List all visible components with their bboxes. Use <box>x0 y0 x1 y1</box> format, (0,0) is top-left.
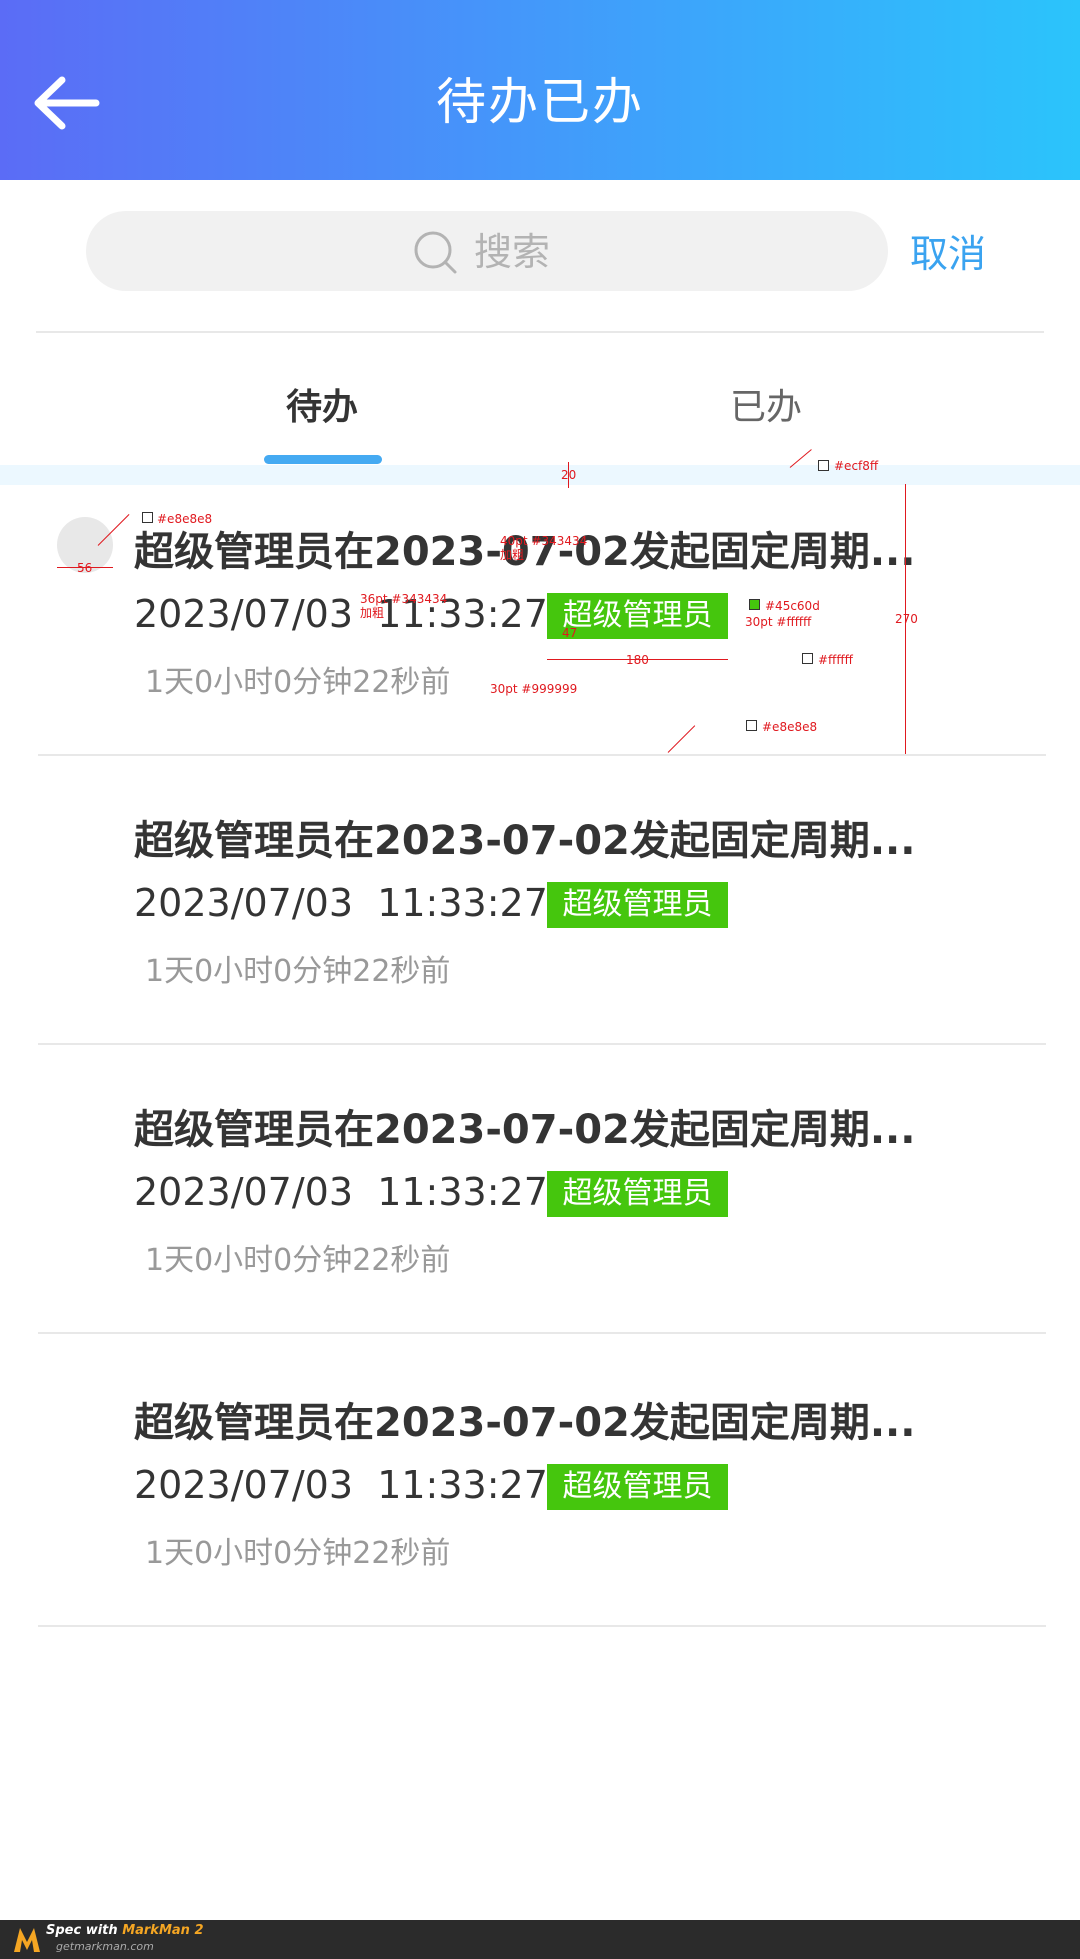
annotation-bg-color: #ffffff <box>818 653 853 667</box>
annotation-band-color: #ecf8ff <box>834 459 879 473</box>
page: 待办已办 搜索 取消 待办 已办 超级管理员在2023-07-02发起固定周期.… <box>0 0 1080 1959</box>
item-elapsed: 1天0小时0分钟22秒前 <box>145 1536 451 1571</box>
search-placeholder: 搜索 <box>474 230 551 274</box>
item-title: 超级管理员在2023-07-02发起固定周期... <box>134 1107 916 1153</box>
item-datetime: 2023/07/03 11:33:27 <box>134 1167 548 1217</box>
annotation-tag-color: #45c60d <box>765 599 820 613</box>
item-time: 11:33:27 <box>377 1170 548 1214</box>
annotation-item-height: 270 <box>895 612 918 626</box>
search-input[interactable]: 搜索 <box>86 211 888 291</box>
annotation-divider-color: #e8e8e8 <box>762 720 818 734</box>
item-datetime: 2023/07/03 11:33:27 <box>134 1460 548 1510</box>
annotation-tag-width: 180 <box>626 653 649 667</box>
annotation-avatar-color: #e8e8e8 <box>157 512 213 526</box>
search-icon <box>414 231 457 274</box>
markman-footer: Spec with MarkMan 2 getmarkman.com <box>0 1920 1080 1959</box>
initiator-tag: 超级管理员 <box>547 1171 728 1217</box>
tab-pending[interactable]: 待办 <box>222 380 422 436</box>
item-title: 超级管理员在2023-07-02发起固定周期... <box>134 1400 916 1446</box>
annotation-band-height: 20 <box>561 468 577 482</box>
item-time: 11:33:27 <box>377 881 548 925</box>
annotation-title-weight: 加粗 <box>500 548 525 562</box>
footer-brand: Spec with MarkMan 2 <box>46 1923 204 1938</box>
item-date: 2023/07/03 <box>134 592 354 636</box>
annotation-title-spec: 40pt #343434 <box>500 534 588 548</box>
item-elapsed: 1天0小时0分钟22秒前 <box>145 665 451 700</box>
list-item[interactable]: 超级管理员在2023-07-02发起固定周期... 2023/07/03 11:… <box>0 1045 1080 1334</box>
initiator-tag: 超级管理员 <box>547 1464 728 1510</box>
list-item[interactable]: 超级管理员在2023-07-02发起固定周期... 2023/07/03 11:… <box>0 467 1080 756</box>
item-elapsed: 1天0小时0分钟22秒前 <box>145 954 451 989</box>
page-title: 待办已办 <box>436 73 644 131</box>
item-date: 2023/07/03 <box>134 1170 354 1214</box>
app-header: 待办已办 <box>0 0 1080 180</box>
item-elapsed: 1天0小时0分钟22秒前 <box>145 1243 451 1278</box>
annotation-datetime-weight: 加粗 <box>360 606 385 620</box>
item-date: 2023/07/03 <box>134 881 354 925</box>
annotation-ago-spec: 30pt #999999 <box>490 682 578 696</box>
annotation-datetime-spec: 36pt #343434 <box>360 592 448 606</box>
annotation-avatar-size: 56 <box>77 561 93 575</box>
footer-brand-name: MarkMan 2 <box>122 1923 204 1938</box>
item-datetime: 2023/07/03 11:33:27 <box>134 589 548 639</box>
annotation-swatch <box>818 460 829 471</box>
divider <box>38 1625 1046 1627</box>
tab-done[interactable]: 已办 <box>666 380 866 436</box>
list-item[interactable]: 超级管理员在2023-07-02发起固定周期... 2023/07/03 11:… <box>0 756 1080 1045</box>
item-datetime: 2023/07/03 11:33:27 <box>134 878 548 928</box>
annotation-swatch <box>746 720 757 731</box>
divider <box>36 331 1044 333</box>
item-title: 超级管理员在2023-07-02发起固定周期... <box>134 529 916 575</box>
footer-brand-prefix: Spec with <box>46 1923 123 1938</box>
list-item[interactable]: 超级管理员在2023-07-02发起固定周期... 2023/07/03 11:… <box>0 1338 1080 1627</box>
item-time: 11:33:27 <box>377 1463 548 1507</box>
annotation-swatch <box>749 599 760 610</box>
markman-logo-icon <box>14 1928 40 1952</box>
tab-active-indicator <box>264 455 382 464</box>
annotation-swatch <box>142 512 153 523</box>
annotation-swatch <box>802 653 813 664</box>
item-date: 2023/07/03 <box>134 1463 354 1507</box>
item-title: 超级管理员在2023-07-02发起固定周期... <box>134 818 916 864</box>
cancel-button[interactable]: 取消 <box>910 228 986 280</box>
divider <box>38 1332 1046 1334</box>
annotation-tag-height: 47 <box>562 626 578 640</box>
annotation-tag-text-spec: 30pt #ffffff <box>745 615 812 629</box>
footer-site: getmarkman.com <box>56 1940 154 1953</box>
initiator-tag: 超级管理员 <box>547 882 728 928</box>
